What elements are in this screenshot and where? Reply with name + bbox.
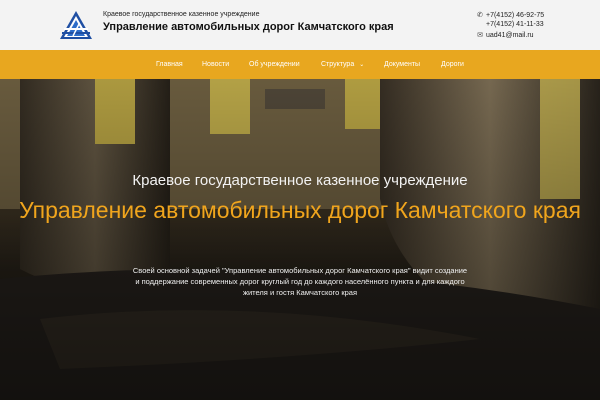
- nav-item-structure[interactable]: Структура ⌄: [321, 50, 364, 79]
- org-subtitle: Краевое государственное казенное учрежде…: [103, 11, 260, 18]
- nav-item-news[interactable]: Новости: [202, 50, 229, 79]
- hero-subtitle: Краевое государственное казенное учрежде…: [132, 172, 468, 189]
- nav-item-about[interactable]: Об учреждении: [249, 50, 300, 79]
- hero-banner: Краевое государственное казенное учрежде…: [0, 79, 600, 400]
- main-nav: Главная Новости Об учреждении Структура ⌄…: [0, 50, 600, 79]
- chevron-down-icon: ⌄: [359, 62, 365, 68]
- phone-icon: ✆: [477, 12, 483, 19]
- nav-item-home[interactable]: Главная: [156, 50, 183, 79]
- hero-title: Управление автомобильных дорог Камчатско…: [19, 197, 581, 223]
- nav-item-documents[interactable]: Документы: [384, 50, 420, 79]
- contact-text: +7(4152) 41-11-33: [486, 21, 544, 28]
- envelope-icon: ✉: [477, 32, 483, 39]
- nav-item-roads[interactable]: Дороги: [441, 50, 464, 79]
- site-header: Краевое государственное казенное учрежде…: [0, 0, 600, 50]
- contact-text: uad41@mail.ru: [486, 31, 534, 39]
- contact-text: +7(4152) 46-92-75: [486, 11, 545, 19]
- hero-description: Своей основной задачей "Управление автом…: [132, 266, 468, 297]
- logo-icon[interactable]: [59, 10, 93, 40]
- contact-email[interactable]: ✉ uad41@mail.ru: [476, 31, 534, 40]
- org-title: Управление автомобильных дорог Камчатско…: [103, 21, 394, 33]
- nav-item-label: Структура: [321, 61, 355, 68]
- contact-phone-1[interactable]: ✆ +7(4152) 46-92-75: [476, 11, 545, 20]
- road-roller-image: [0, 79, 600, 400]
- contact-phone-2[interactable]: +7(4152) 41-11-33: [476, 21, 544, 28]
